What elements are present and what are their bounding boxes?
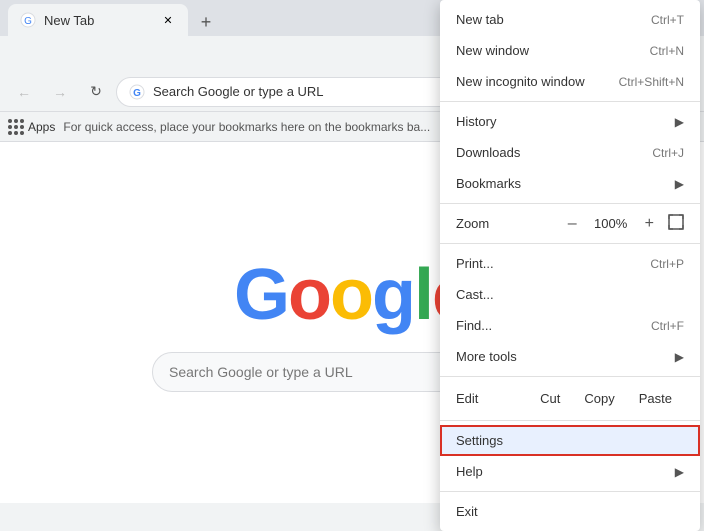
menu-item-new-tab-shortcut: Ctrl+T	[651, 13, 684, 27]
menu-item-bookmarks-arrow: ▶	[675, 177, 684, 191]
forward-button[interactable]: →	[44, 76, 76, 108]
menu-item-more-tools-arrow: ▶	[675, 350, 684, 364]
paste-button[interactable]: Paste	[627, 387, 684, 410]
menu-item-help-arrow: ▶	[675, 465, 684, 479]
menu-item-find[interactable]: Find... Ctrl+F	[440, 310, 700, 341]
menu-item-downloads[interactable]: Downloads Ctrl+J	[440, 137, 700, 168]
apps-icon	[8, 119, 24, 135]
menu-item-incognito[interactable]: New incognito window Ctrl+Shift+N	[440, 66, 700, 97]
menu-item-print-label: Print...	[456, 256, 494, 271]
menu-item-print[interactable]: Print... Ctrl+P	[440, 248, 700, 279]
menu-item-exit-label: Exit	[456, 504, 478, 519]
menu-divider-2	[440, 203, 700, 204]
menu-item-downloads-shortcut: Ctrl+J	[652, 146, 684, 160]
zoom-value: 100%	[591, 216, 631, 231]
menu-item-new-window[interactable]: New window Ctrl+N	[440, 35, 700, 66]
back-button[interactable]: ←	[8, 76, 40, 108]
menu-item-new-window-label: New window	[456, 43, 529, 58]
reload-button[interactable]: ↻	[80, 76, 112, 108]
menu-item-cast-label: Cast...	[456, 287, 494, 302]
menu-item-new-tab-label: New tab	[456, 12, 504, 27]
menu-divider-6	[440, 491, 700, 492]
fullscreen-icon	[668, 214, 684, 230]
zoom-label: Zoom	[456, 216, 489, 231]
logo-g2: g	[372, 254, 414, 336]
menu-item-incognito-shortcut: Ctrl+Shift+N	[619, 75, 684, 89]
copy-button[interactable]: Copy	[572, 387, 626, 410]
zoom-row: – 100% +	[564, 214, 684, 233]
menu-item-downloads-label: Downloads	[456, 145, 520, 160]
google-logo: G o o g l e	[234, 254, 470, 336]
tab-favicon: G	[20, 12, 36, 28]
apps-label: Apps	[28, 120, 55, 134]
menu-item-find-shortcut: Ctrl+F	[651, 319, 684, 333]
logo-o1: o	[288, 254, 330, 336]
logo-o2: o	[330, 254, 372, 336]
menu-item-print-shortcut: Ctrl+P	[650, 257, 684, 271]
menu-divider-4	[440, 376, 700, 377]
new-tab-button[interactable]: +	[192, 8, 220, 36]
menu-item-incognito-label: New incognito window	[456, 74, 585, 89]
menu-item-history[interactable]: History ▶	[440, 106, 700, 137]
zoom-out-button[interactable]: –	[564, 215, 581, 233]
fullscreen-button[interactable]	[668, 214, 684, 233]
menu-item-find-label: Find...	[456, 318, 492, 333]
menu-item-help-label: Help	[456, 464, 483, 479]
menu-item-new-tab[interactable]: New tab Ctrl+T	[440, 4, 700, 35]
menu-item-bookmarks-label: Bookmarks	[456, 176, 521, 191]
menu-item-new-window-shortcut: Ctrl+N	[650, 44, 684, 58]
google-icon: G	[129, 84, 145, 100]
menu-divider-1	[440, 101, 700, 102]
menu-item-history-label: History	[456, 114, 496, 129]
apps-button[interactable]: Apps	[8, 119, 55, 135]
logo-g: G	[234, 254, 288, 336]
menu-item-exit[interactable]: Exit	[440, 496, 700, 527]
menu-item-more-tools[interactable]: More tools ▶	[440, 341, 700, 372]
menu-item-more-tools-label: More tools	[456, 349, 517, 364]
tab-title: New Tab	[44, 13, 152, 28]
search-placeholder: Search Google or type a URL	[169, 364, 353, 380]
edit-label: Edit	[456, 391, 478, 406]
menu-item-help[interactable]: Help ▶	[440, 456, 700, 487]
cut-button[interactable]: Cut	[528, 387, 572, 410]
svg-text:G: G	[133, 88, 141, 99]
menu-item-settings-label: Settings	[456, 433, 503, 448]
menu-divider-3	[440, 243, 700, 244]
edit-row: Edit Cut Copy Paste	[440, 381, 700, 416]
edit-actions: Cut Copy Paste	[528, 387, 684, 410]
menu-item-bookmarks[interactable]: Bookmarks ▶	[440, 168, 700, 199]
main-content: G o o g l e Search Google or type a URL …	[0, 142, 704, 503]
menu-item-history-arrow: ▶	[675, 115, 684, 129]
zoom-in-button[interactable]: +	[641, 215, 658, 233]
svg-text:G: G	[24, 16, 32, 27]
menu-item-cast[interactable]: Cast...	[440, 279, 700, 310]
active-tab[interactable]: G New Tab ✕	[8, 4, 188, 36]
menu-divider-5	[440, 420, 700, 421]
bookmarks-message: For quick access, place your bookmarks h…	[63, 120, 430, 134]
zoom-control: Zoom – 100% +	[440, 208, 700, 239]
logo-l: l	[414, 254, 432, 336]
menu-item-settings[interactable]: Settings	[440, 425, 700, 456]
context-menu: New tab Ctrl+T New window Ctrl+N New inc…	[440, 0, 700, 531]
tab-close-button[interactable]: ✕	[160, 12, 176, 28]
